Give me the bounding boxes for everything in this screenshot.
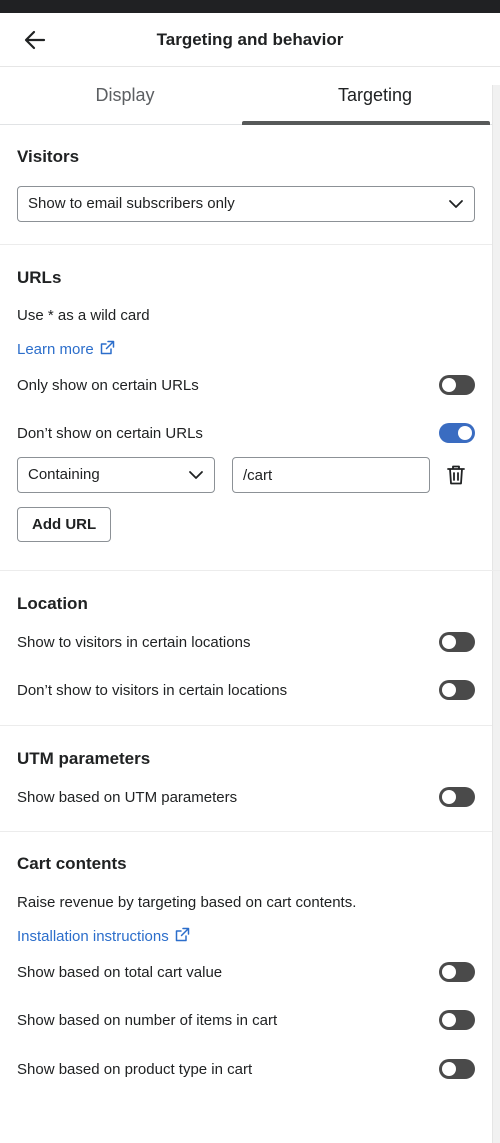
learn-more-label: Learn more <box>17 341 94 358</box>
installation-instructions-label: Installation instructions <box>17 928 169 945</box>
toggle-knob <box>442 790 456 804</box>
cart-description: Raise revenue by targeting based on cart… <box>17 894 357 911</box>
toggle-knob <box>442 635 456 649</box>
urls-heading: URLs <box>17 268 62 287</box>
url-value-input[interactable] <box>232 457 430 493</box>
cart-product-type-toggle[interactable] <box>439 1059 475 1079</box>
toggle-knob <box>442 965 456 979</box>
location-show-toggle[interactable] <box>439 632 475 652</box>
url-rule-row: Containing <box>17 457 475 493</box>
add-url-button[interactable]: Add URL <box>17 507 112 542</box>
cart-total-value-row: Show based on total cart value <box>17 960 475 984</box>
cart-num-items-toggle[interactable] <box>439 1010 475 1030</box>
chevron-down-icon <box>188 468 204 482</box>
cart-heading: Cart contents <box>17 854 127 873</box>
toggle-knob <box>442 1062 456 1076</box>
system-status-bar <box>0 0 500 13</box>
location-dont-show-row: Don’t show to visitors in certain locati… <box>17 678 475 702</box>
toggle-knob <box>442 683 456 697</box>
cart-total-value-toggle[interactable] <box>439 962 475 982</box>
only-show-urls-toggle[interactable] <box>439 375 475 395</box>
visitors-select-value: Show to email subscribers only <box>28 195 235 212</box>
only-show-urls-label: Only show on certain URLs <box>17 376 199 394</box>
cart-num-items-label: Show based on number of items in cart <box>17 1011 278 1029</box>
dont-show-urls-toggle[interactable] <box>439 423 475 443</box>
cart-num-items-row: Show based on number of items in cart <box>17 1008 475 1032</box>
tab-targeting[interactable]: Targeting <box>242 67 500 125</box>
location-show-row: Show to visitors in certain locations <box>17 630 475 654</box>
scrollbar[interactable] <box>492 85 500 1143</box>
tab-display[interactable]: Display <box>0 67 250 124</box>
external-link-icon <box>100 340 115 359</box>
utm-show-label: Show based on UTM parameters <box>17 788 238 806</box>
utm-show-toggle[interactable] <box>439 787 475 807</box>
cart-product-type-label: Show based on product type in cart <box>17 1060 253 1078</box>
utm-heading: UTM parameters <box>17 749 151 768</box>
cart-product-type-row: Show based on product type in cart <box>17 1057 475 1081</box>
page-header: Targeting and behavior <box>0 13 500 67</box>
learn-more-link[interactable]: Learn more <box>17 340 115 359</box>
tab-bar: Display Targeting <box>0 67 500 125</box>
chevron-down-icon <box>448 197 464 211</box>
url-match-value: Containing <box>28 466 100 483</box>
only-show-urls-row: Only show on certain URLs <box>17 373 475 397</box>
utm-section: UTM parameters Show based on UTM paramet… <box>0 726 500 832</box>
dont-show-urls-label: Don’t show on certain URLs <box>17 424 203 442</box>
urls-hint: Use * as a wild card <box>17 307 150 324</box>
urls-section: URLs Use * as a wild card Learn more Onl… <box>0 245 500 571</box>
location-show-label: Show to visitors in certain locations <box>17 633 251 651</box>
external-link-icon <box>175 927 190 946</box>
toggle-knob <box>442 1013 456 1027</box>
location-dont-show-label: Don’t show to visitors in certain locati… <box>17 681 288 699</box>
visitors-select[interactable]: Show to email subscribers only <box>17 186 475 222</box>
toggle-knob <box>458 426 472 440</box>
url-match-select[interactable]: Containing <box>17 457 215 493</box>
trash-icon[interactable] <box>446 464 466 486</box>
location-heading: Location <box>17 594 88 613</box>
installation-instructions-link[interactable]: Installation instructions <box>17 927 190 946</box>
visitors-heading: Visitors <box>17 147 80 166</box>
visitors-section: Visitors Show to email subscribers only <box>0 125 500 245</box>
dont-show-urls-row: Don’t show on certain URLs <box>17 421 475 445</box>
location-dont-show-toggle[interactable] <box>439 680 475 700</box>
location-section: Location Show to visitors in certain loc… <box>0 571 500 726</box>
utm-show-row: Show based on UTM parameters <box>17 785 475 809</box>
cart-section: Cart contents Raise revenue by targeting… <box>0 832 500 1081</box>
toggle-knob <box>442 378 456 392</box>
cart-total-value-label: Show based on total cart value <box>17 963 223 981</box>
page-title: Targeting and behavior <box>156 30 344 49</box>
